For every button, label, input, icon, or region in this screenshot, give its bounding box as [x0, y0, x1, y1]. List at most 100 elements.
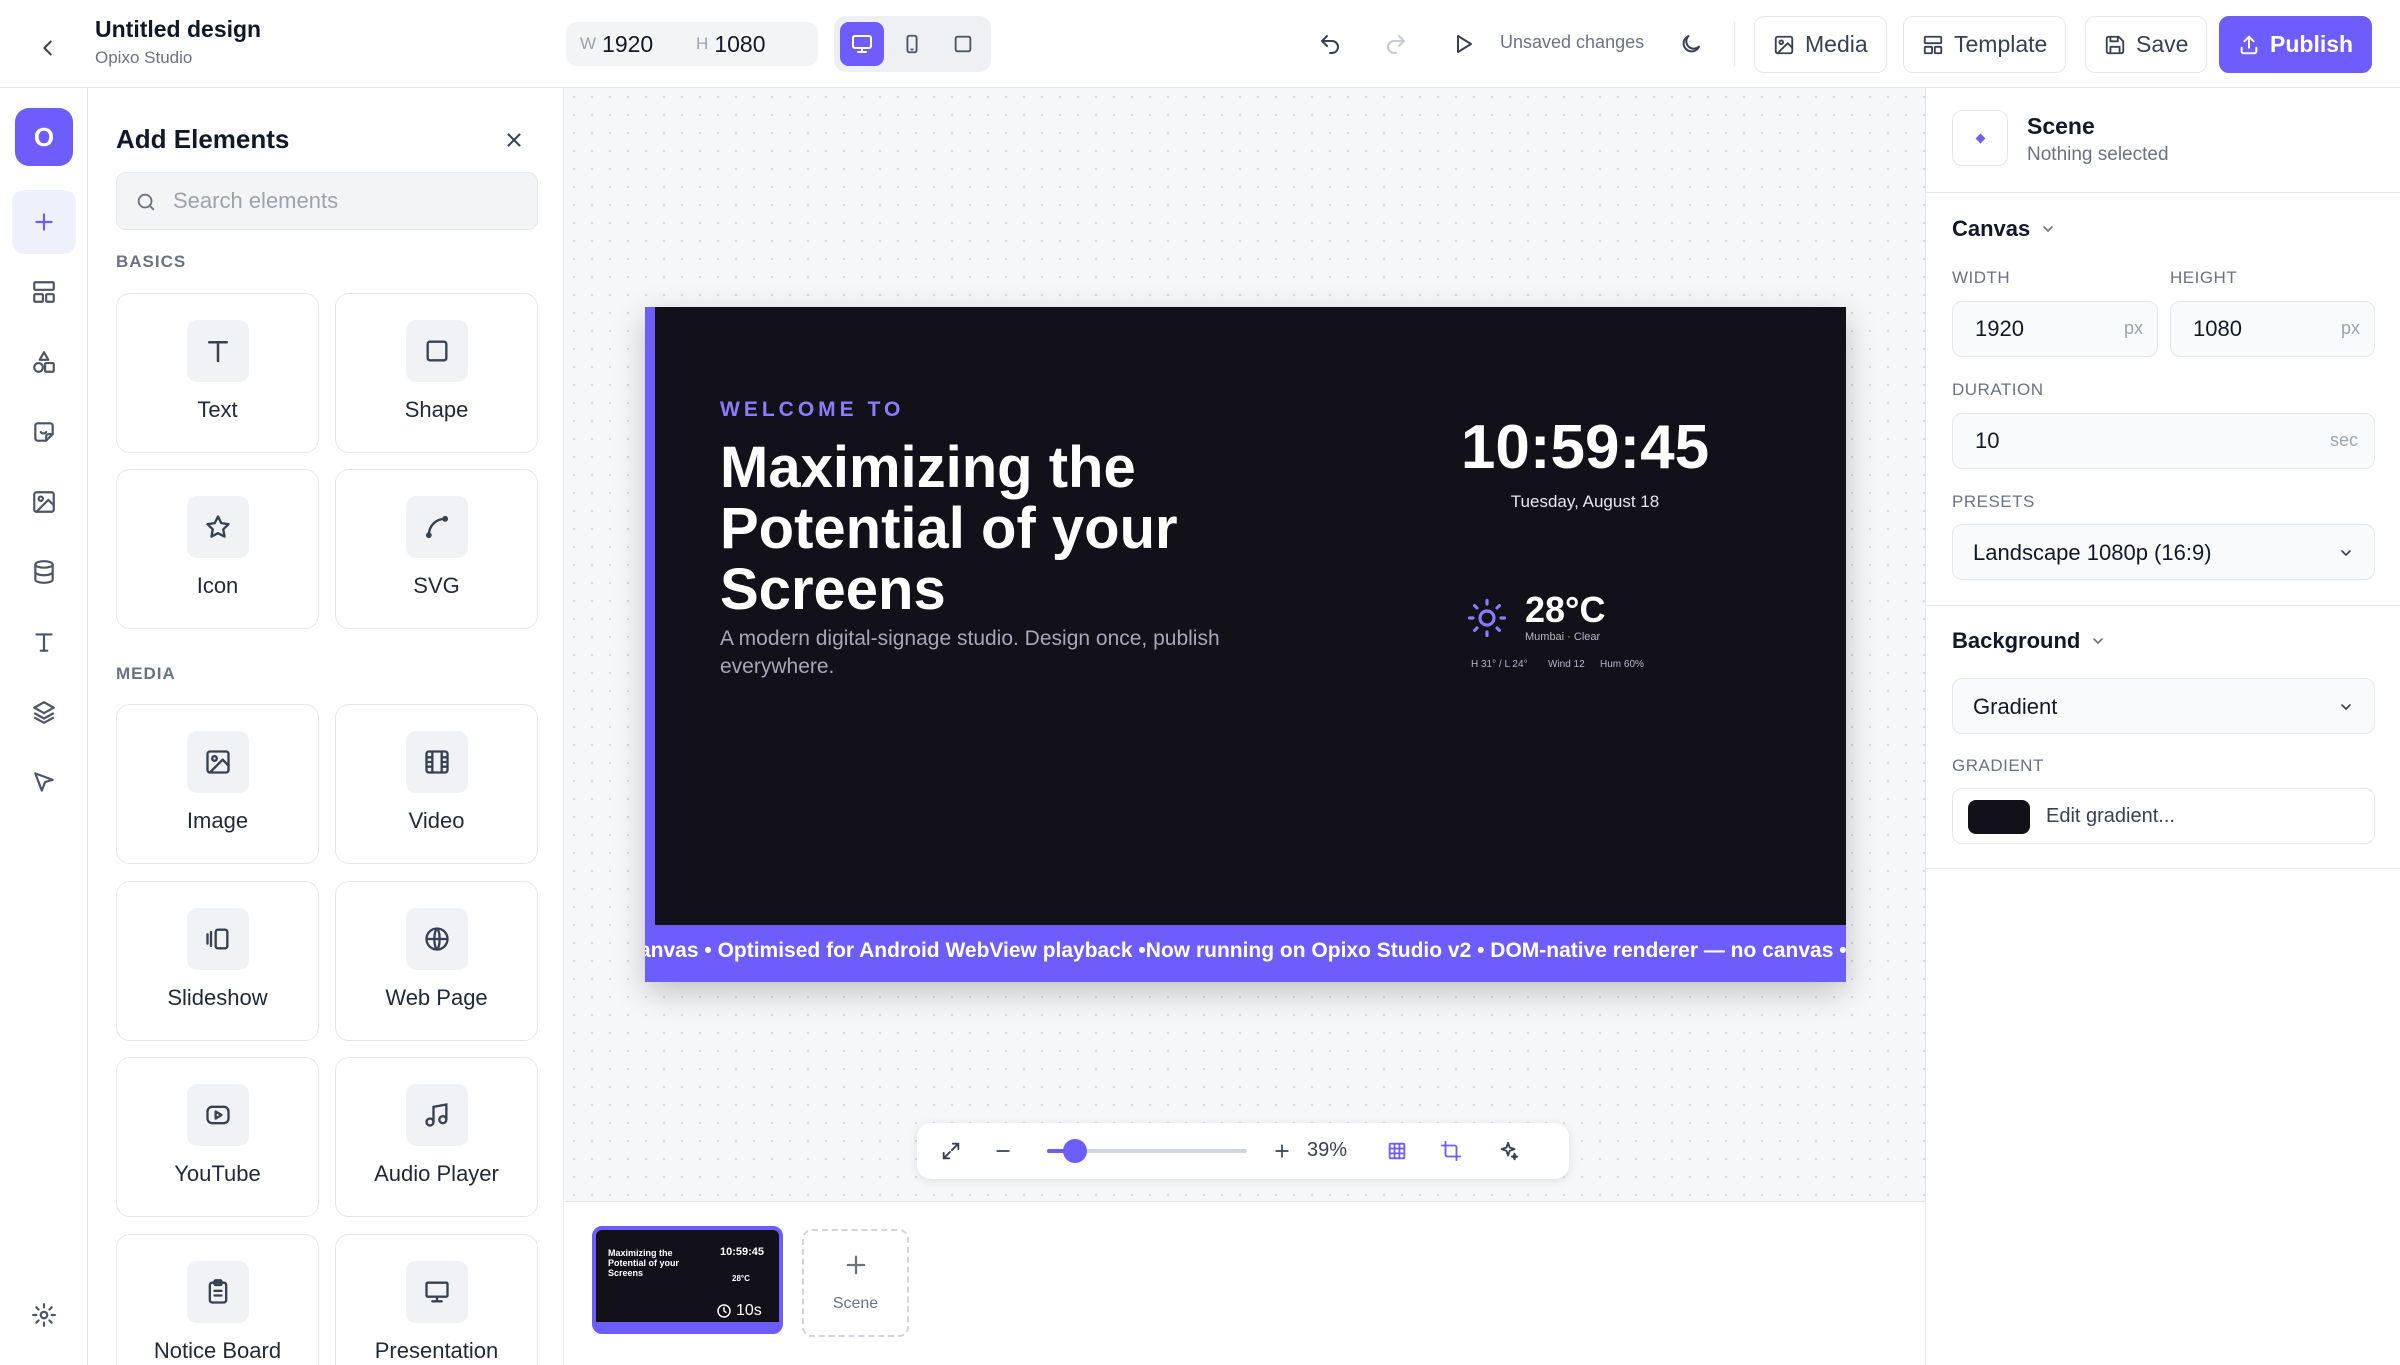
- slide-description[interactable]: A modern digital-signage studio. Design …: [720, 625, 1280, 681]
- square-icon: [954, 35, 972, 53]
- monitor-icon: [852, 35, 872, 53]
- background-section-title: Background: [1952, 628, 2081, 653]
- element-icon[interactable]: Icon: [116, 469, 319, 629]
- clock-icon: [717, 1304, 731, 1318]
- square-view-button[interactable]: [941, 22, 985, 66]
- slide-accent-bar[interactable]: [645, 307, 655, 925]
- element-image[interactable]: Image: [116, 704, 319, 864]
- chevron-down-icon: [2341, 704, 2351, 710]
- svg-icon-box: [406, 496, 468, 558]
- add-scene-button[interactable]: Scene: [802, 1229, 909, 1337]
- publish-button[interactable]: Publish: [2219, 16, 2373, 73]
- undo-icon: [1321, 35, 1339, 54]
- canvas-height-input[interactable]: [2191, 302, 2331, 356]
- minus-icon: [996, 1150, 1010, 1152]
- width-field-label: WIDTH: [1952, 268, 2011, 287]
- rail-stickers[interactable]: [12, 400, 76, 464]
- panel-title: Add Elements: [116, 124, 290, 154]
- slide-canvas[interactable]: WELCOME TO Maximizing the Potential of y…: [645, 307, 1846, 982]
- slideshow-icon-box: [187, 908, 249, 970]
- rail-images[interactable]: [12, 470, 76, 534]
- rail-data-sources[interactable]: [12, 540, 76, 604]
- search-input[interactable]: [171, 173, 521, 229]
- gear-icon: [32, 1303, 56, 1327]
- back-button[interactable]: [28, 28, 68, 68]
- document-title[interactable]: Untitled design: [95, 16, 261, 43]
- theme-toggle-button[interactable]: [1671, 24, 1711, 64]
- save-button-label: Save: [2136, 31, 2189, 57]
- magic-button[interactable]: [1489, 1131, 1529, 1171]
- thumbnail-clock: 10:59:45: [720, 1246, 765, 1258]
- ticker-text: anvas • Optimised for Android WebView pl…: [645, 939, 1846, 962]
- fit-screen-button[interactable]: [931, 1131, 971, 1171]
- element-label: Image: [186, 808, 249, 833]
- news-ticker[interactable]: anvas • Optimised for Android WebView pl…: [645, 925, 1846, 982]
- workspace-avatar[interactable]: O: [15, 108, 73, 166]
- element-web-page[interactable]: Web Page: [335, 881, 538, 1041]
- chevron-down-icon: [2093, 638, 2104, 644]
- text-icon-box: [187, 320, 249, 382]
- duration-input[interactable]: [1973, 414, 2313, 468]
- shape-icon-box: [406, 320, 468, 382]
- properties-panel: Scene Nothing selected Canvas WIDTH HEIG…: [1925, 88, 2400, 1365]
- element-slideshow[interactable]: Slideshow: [116, 881, 319, 1041]
- element-label: Video: [408, 808, 465, 833]
- clock-widget[interactable]: 10:59:45: [1425, 412, 1745, 483]
- media-button[interactable]: Media: [1754, 16, 1887, 73]
- element-youtube[interactable]: YouTube: [116, 1057, 319, 1217]
- notice-board-icon-box: [187, 1261, 249, 1323]
- background-type-select[interactable]: Gradient: [1952, 678, 2375, 734]
- safe-area-toggle-button[interactable]: [1431, 1131, 1471, 1171]
- slide-eyebrow[interactable]: WELCOME TO: [720, 398, 904, 422]
- zoom-slider[interactable]: [1047, 1139, 1247, 1163]
- element-video[interactable]: Video: [335, 704, 538, 864]
- presets-select[interactable]: Landscape 1080p (16:9): [1952, 524, 2375, 580]
- zoom-out-button[interactable]: [983, 1131, 1023, 1171]
- element-shape[interactable]: Shape: [335, 293, 538, 453]
- phone-icon: [906, 34, 918, 54]
- music-note-icon: [425, 1103, 448, 1127]
- rail-settings[interactable]: [12, 1283, 76, 1347]
- canvas-width-input[interactable]: [1973, 302, 2113, 356]
- template-button[interactable]: Template: [1903, 16, 2067, 73]
- scene-thumbnail[interactable]: Maximizing the Potential of your Screens…: [592, 1226, 783, 1334]
- height-input[interactable]: 1080: [714, 31, 794, 58]
- desktop-view-button[interactable]: [840, 22, 884, 66]
- clock-date[interactable]: Tuesday, August 18: [1425, 492, 1745, 512]
- rail-layouts[interactable]: [12, 260, 76, 324]
- rail-interactions[interactable]: [12, 750, 76, 814]
- gradient-swatch: [1968, 800, 2030, 834]
- zoom-slider-handle[interactable]: [1063, 1139, 1087, 1163]
- element-text[interactable]: Text: [116, 293, 319, 453]
- weather-temperature[interactable]: 28°C: [1525, 589, 1605, 631]
- grid-toggle-button[interactable]: [1377, 1131, 1417, 1171]
- element-presentation[interactable]: Presentation: [335, 1234, 538, 1365]
- element-audio-player[interactable]: Audio Player: [335, 1057, 538, 1217]
- scene-duration: 10s: [716, 1302, 762, 1320]
- element-svg[interactable]: SVG: [335, 469, 538, 629]
- icon-icon-box: [187, 496, 249, 558]
- preview-button[interactable]: [1443, 24, 1483, 64]
- shapes-icon: [33, 351, 55, 373]
- scene-strip: Maximizing the Potential of your Screens…: [565, 1202, 1925, 1365]
- save-status: Unsaved changes: [1500, 32, 1645, 52]
- presets-field-label: PRESETS: [1952, 492, 2035, 511]
- rail-shapes[interactable]: [12, 330, 76, 394]
- canvas-workspace[interactable]: WELCOME TO Maximizing the Potential of y…: [565, 88, 1925, 1202]
- edit-gradient-button[interactable]: Edit gradient...: [1952, 788, 2375, 844]
- rail-add-elements[interactable]: [12, 190, 76, 254]
- undo-button[interactable]: [1310, 24, 1350, 64]
- save-button[interactable]: Save: [2085, 16, 2208, 73]
- zoom-in-button[interactable]: [1262, 1131, 1302, 1171]
- rail-layers[interactable]: [12, 680, 76, 744]
- rail-text[interactable]: [12, 610, 76, 674]
- phone-view-button[interactable]: [890, 22, 934, 66]
- element-notice-board[interactable]: Notice Board: [116, 1234, 319, 1365]
- slide-headline[interactable]: Maximizing the Potential of your Screens: [720, 437, 1280, 620]
- redo-button[interactable]: [1376, 24, 1416, 64]
- crop-icon: [1440, 1140, 1462, 1162]
- close-panel-button[interactable]: [494, 120, 534, 160]
- canvas-section-toggle[interactable]: Canvas: [1952, 216, 2056, 242]
- background-section-toggle[interactable]: Background: [1952, 628, 2106, 654]
- width-input[interactable]: 1920: [602, 31, 682, 58]
